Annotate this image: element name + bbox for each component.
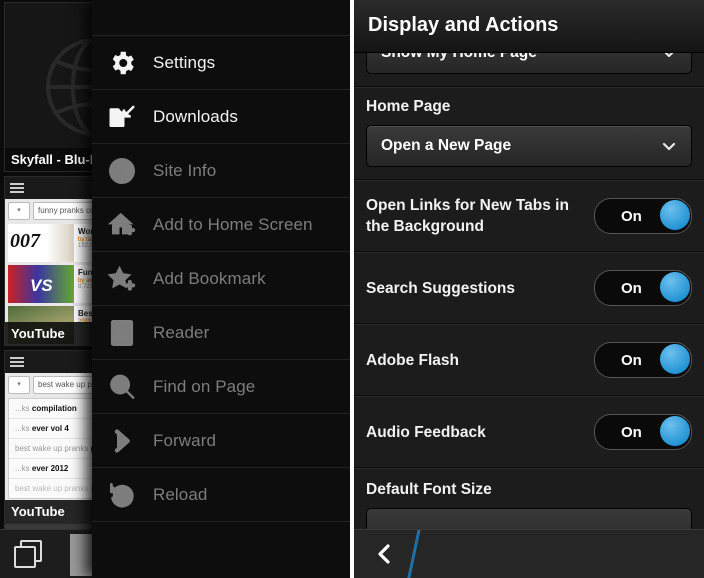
toggle-value: On	[621, 423, 642, 441]
suggestion-prefix: best wake up pranks	[15, 444, 91, 453]
toggle-value: On	[621, 351, 642, 369]
reload-icon	[107, 480, 153, 510]
browser-action-menu: Settings Downloads Site Info Add to Home…	[92, 0, 350, 578]
menu-item-label: Forward	[153, 430, 217, 450]
home-page-label: Home Page	[366, 98, 451, 115]
hamburger-icon[interactable]	[10, 355, 24, 369]
search-suggestions-toggle[interactable]: On	[594, 270, 692, 306]
home-page-select[interactable]: Open a New Page	[366, 125, 692, 167]
active-tab-preview[interactable]	[70, 534, 92, 576]
home-plus-icon	[107, 210, 153, 240]
accent-slash-decoration	[404, 530, 423, 578]
menu-item-label: Reload	[153, 484, 208, 504]
menu-item-label: Add Bookmark	[153, 268, 266, 288]
video-thumbnail: 007	[8, 224, 74, 262]
info-circle-icon	[107, 156, 153, 186]
menu-item-forward: Forward	[92, 414, 350, 468]
menu-top-spacer	[92, 0, 350, 36]
menu-item-reader: Reader	[92, 306, 350, 360]
video-thumbnail: VS	[8, 265, 74, 303]
suggestion-prefix: ...ks	[15, 424, 32, 433]
toggle-value: On	[621, 207, 642, 225]
toggle-label: Search Suggestions	[366, 279, 516, 297]
menu-item-settings[interactable]: Settings	[92, 36, 350, 90]
suggestion-prefix: best wake up pranks pr	[15, 484, 98, 493]
menu-item-label: Reader	[153, 322, 210, 342]
download-folder-icon	[107, 102, 153, 132]
toggle-value: On	[621, 279, 642, 297]
audio-feedback-toggle[interactable]: On	[594, 414, 692, 450]
menu-item-label: Downloads	[153, 106, 239, 126]
toggle-knob	[660, 416, 690, 446]
screenshot-root: Skyfall - Blu-Ray YouTu ▾ funny pranks c…	[0, 0, 704, 578]
adobe-flash-toggle[interactable]: On	[594, 342, 692, 378]
search-icon	[107, 372, 153, 402]
menu-item-reload: Reload	[92, 468, 350, 522]
toggle-label: Open Links for New Tabs in the Backgroun…	[366, 197, 569, 235]
toggle-knob	[660, 344, 690, 374]
back-chevron-icon[interactable]	[374, 543, 394, 565]
menu-item-site-info: Site Info	[92, 144, 350, 198]
suggestion-prefix: ...ks	[15, 404, 32, 413]
toggle-knob	[660, 272, 690, 302]
chevron-down-icon	[661, 138, 677, 154]
suggestion-term: ever vol 4	[31, 424, 69, 433]
open-links-background-toggle[interactable]: On	[594, 198, 692, 234]
default-font-size-label: Default Font Size	[366, 481, 492, 498]
suggestion-term: ever 2012	[31, 464, 69, 473]
toggle-row-audio-feedback: Audio Feedback On	[354, 396, 704, 468]
toggle-row-open-links-background: Open Links for New Tabs in the Backgroun…	[354, 180, 704, 252]
menu-item-downloads[interactable]: Downloads	[92, 90, 350, 144]
menu-item-label: Settings	[153, 52, 216, 72]
toggle-label: Audio Feedback	[366, 423, 486, 441]
video-overlay-text: 007	[10, 230, 40, 252]
menu-item-find-on-page: Find on Page	[92, 360, 350, 414]
search-scope-dropdown[interactable]: ▾	[8, 376, 30, 394]
settings-bottom-toolbar	[354, 529, 704, 578]
browser-left-panel: Skyfall - Blu-Ray YouTu ▾ funny pranks c…	[0, 0, 350, 578]
toggle-knob	[660, 200, 690, 230]
home-page-setting-row: Home Page Open a New Page	[354, 87, 704, 180]
menu-item-label: Find on Page	[153, 376, 256, 396]
tabs-icon[interactable]	[14, 540, 42, 568]
home-page-select-value: Open a New Page	[381, 137, 512, 154]
reader-icon	[107, 318, 153, 348]
menu-item-add-bookmark: Add Bookmark	[92, 252, 350, 306]
search-scope-dropdown[interactable]: ▾	[8, 202, 30, 220]
star-plus-icon	[107, 264, 153, 294]
suggestion-term: compilation	[31, 404, 77, 413]
toggle-label: Adobe Flash	[366, 351, 460, 369]
video-overlay-vs: VS	[30, 276, 53, 295]
gear-icon	[107, 48, 153, 78]
hamburger-icon[interactable]	[10, 181, 24, 195]
toggle-row-search-suggestions: Search Suggestions On	[354, 252, 704, 324]
menu-item-add-to-home-screen: Add to Home Screen	[92, 198, 350, 252]
settings-scroll-area[interactable]: Show My Home Page Home Page Open a New P…	[354, 0, 704, 550]
settings-panel: Show My Home Page Home Page Open a New P…	[354, 0, 704, 578]
toggle-row-adobe-flash: Adobe Flash On	[354, 324, 704, 396]
settings-header: Display and Actions	[354, 0, 704, 53]
suggestion-prefix: ...ks	[15, 464, 32, 473]
menu-item-label: Site Info	[153, 160, 217, 180]
page-title: Display and Actions	[368, 14, 559, 36]
chevron-right-icon	[107, 426, 153, 456]
menu-item-label: Add to Home Screen	[153, 214, 313, 234]
